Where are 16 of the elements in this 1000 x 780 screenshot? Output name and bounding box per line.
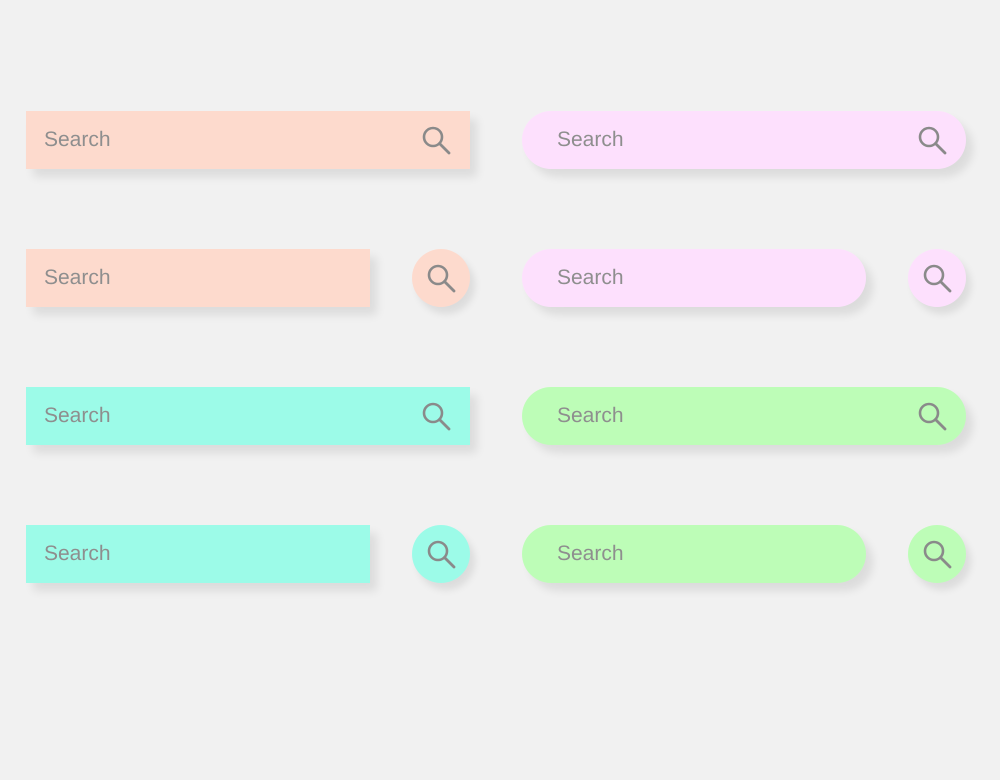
- search-field[interactable]: Search: [26, 249, 370, 307]
- search-field[interactable]: Search: [26, 111, 470, 169]
- search-icon[interactable]: [420, 400, 452, 432]
- search-icon: [425, 538, 457, 570]
- search-field[interactable]: Search: [26, 525, 370, 583]
- search-field[interactable]: Search: [522, 525, 866, 583]
- search-field[interactable]: Search: [522, 111, 966, 169]
- search-field[interactable]: Search: [522, 249, 866, 307]
- search-field[interactable]: Search: [26, 387, 470, 445]
- search-icon: [921, 538, 953, 570]
- search-icon[interactable]: [916, 124, 948, 156]
- search-field[interactable]: Search: [522, 387, 966, 445]
- search-icon: [425, 262, 457, 294]
- search-icon[interactable]: [916, 400, 948, 432]
- search-icon[interactable]: [420, 124, 452, 156]
- search-icon: [921, 262, 953, 294]
